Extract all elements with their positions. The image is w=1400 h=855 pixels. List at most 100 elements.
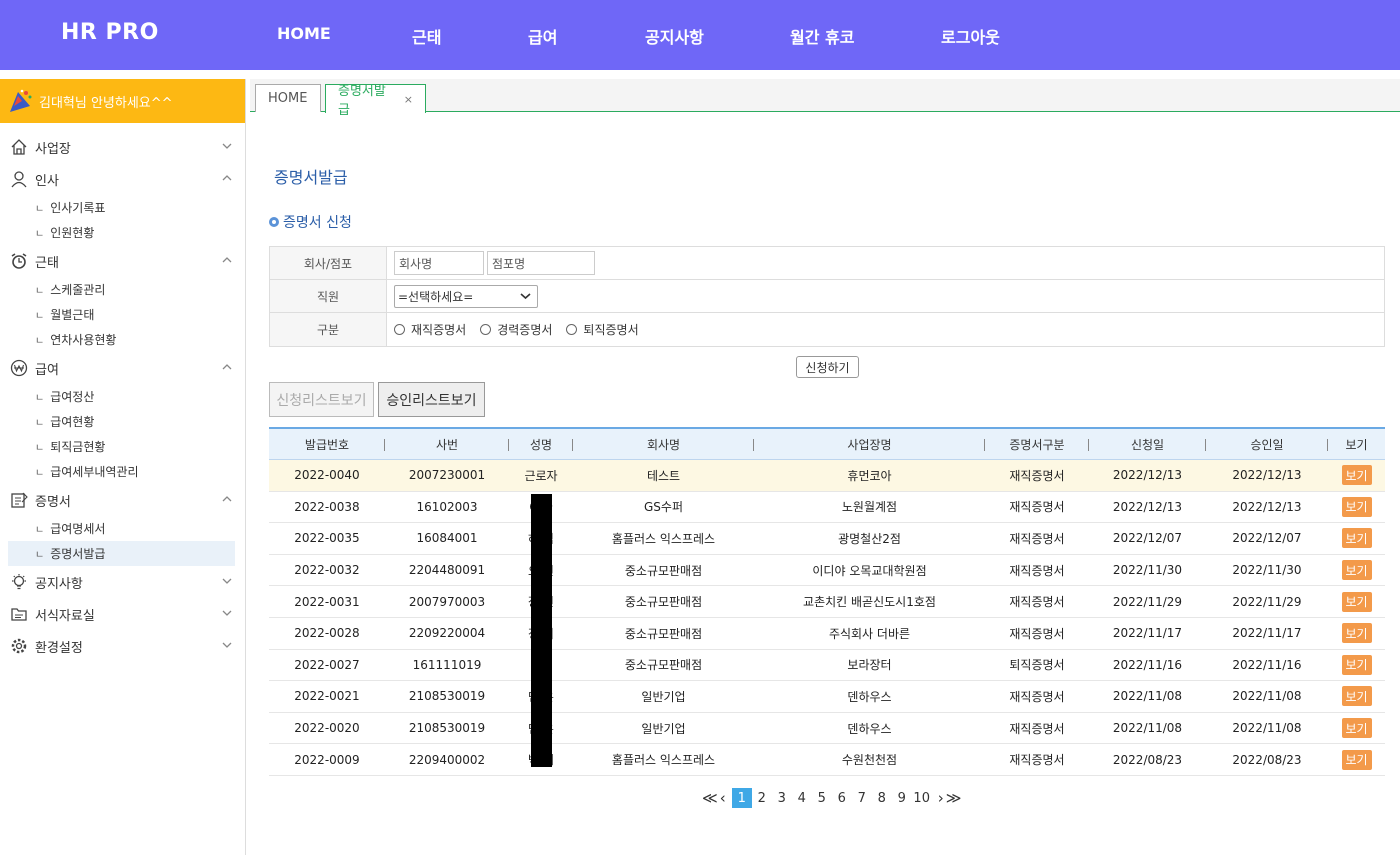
view-button[interactable]: 보기 xyxy=(1341,496,1372,517)
menu-label: 급여 xyxy=(35,362,59,378)
table-row[interactable]: 2022-0040 2007230001 근로자 테스트 휴먼코아 재직증명서 2022/1… xyxy=(269,460,1385,492)
tab-home[interactable]: HOME xyxy=(255,84,321,112)
submenu-label: 퇴직금현황 xyxy=(50,440,106,454)
gear-icon xyxy=(9,636,29,656)
col-header[interactable]: 보기 xyxy=(1328,429,1385,459)
submenu-severance[interactable]: ㄴ 퇴직금현황 xyxy=(0,434,245,459)
page-link[interactable]: 8 xyxy=(872,788,892,808)
cell-company: 중소규모판매점 xyxy=(624,563,703,578)
table-row[interactable]: 2022-0027 161111019 중소규모판매점 보라장터 퇴직증명서 2022/1… xyxy=(269,650,1385,682)
submenu-pay-settlement[interactable]: ㄴ 급여정산 xyxy=(0,384,245,409)
next-page-icon[interactable]: › xyxy=(938,789,944,807)
view-button[interactable]: 보기 xyxy=(1341,654,1372,675)
submenu-schedule[interactable]: ㄴ 스케줄관리 xyxy=(0,277,245,302)
page-link[interactable]: 10 xyxy=(912,788,932,808)
submenu-label: 월별근태 xyxy=(50,308,95,322)
col-header[interactable]: 성명 xyxy=(509,429,573,459)
nav-monthly[interactable]: 월간 휴코 xyxy=(790,24,854,48)
radio-retirement-cert[interactable]: 퇴직증명서 xyxy=(566,321,639,338)
page-link[interactable]: 9 xyxy=(892,788,912,808)
submenu-certificate-issue[interactable]: ㄴ 증명서발급 xyxy=(8,541,235,566)
view-button[interactable]: 보기 xyxy=(1341,718,1372,739)
section-label: 증명서 신청 xyxy=(283,215,352,231)
page-link[interactable]: 4 xyxy=(792,788,812,808)
cell-approval-date: 2022/12/13 xyxy=(1232,468,1302,483)
approval-list-button[interactable]: 승인리스트보기 xyxy=(378,382,485,417)
cell-cert-type: 재직증명서 xyxy=(1009,500,1065,515)
col-header[interactable]: 신청일 xyxy=(1089,429,1206,459)
table-row[interactable]: 2022-00092209400002박 혜홈플러스 익스프레스수원천천점재직증… xyxy=(269,744,1385,776)
col-header[interactable]: 승인일 xyxy=(1206,429,1328,459)
menu-payroll[interactable]: 급여 xyxy=(0,352,245,384)
cell-issue-no: 2022-0021 xyxy=(294,689,360,704)
col-header[interactable]: 발급번호 xyxy=(269,429,385,459)
page-link[interactable]: 6 xyxy=(832,788,852,808)
menu-forms[interactable]: 서식자료실 xyxy=(0,598,245,630)
table-row[interactable]: 2022-00212108530019민 은일반기업덴하우스재직증명서2022/… xyxy=(269,681,1385,713)
submenu-monthly-attendance[interactable]: ㄴ 월별근태 xyxy=(0,302,245,327)
document-icon xyxy=(9,490,29,510)
menu-settings[interactable]: 환경설정 xyxy=(0,630,245,662)
submenu-label: 급여현황 xyxy=(50,415,95,429)
col-header[interactable]: 사업장명 xyxy=(754,429,985,459)
view-button[interactable]: 보기 xyxy=(1341,749,1372,770)
menu-workplace[interactable]: 사업장 xyxy=(0,131,245,163)
request-list-button[interactable]: 신청리스트보기 xyxy=(269,382,374,417)
view-button[interactable]: 보기 xyxy=(1341,686,1372,707)
view-button[interactable]: 보기 xyxy=(1341,560,1372,581)
apply-button[interactable]: 신청하기 xyxy=(796,356,859,378)
table-row[interactable]: 2022-00322204480091오 선중소규모판매점이디야 오목교대학원점… xyxy=(269,555,1385,587)
cell-issue-no: 2022-0028 xyxy=(294,626,360,641)
cell-approval-date: 2022/11/08 xyxy=(1232,721,1302,736)
nav-notice[interactable]: 공지사항 xyxy=(645,24,704,48)
close-icon[interactable]: × xyxy=(404,93,413,106)
nav-logout[interactable]: 로그아웃 xyxy=(941,24,1000,48)
view-button[interactable]: 보기 xyxy=(1341,528,1372,549)
col-header[interactable]: 증명서구분 xyxy=(985,429,1089,459)
prev-page-icon[interactable]: ‹ xyxy=(720,789,726,807)
page-link[interactable]: 3 xyxy=(772,788,792,808)
first-page-icon[interactable]: ≪ xyxy=(702,789,718,807)
view-button[interactable]: 보기 xyxy=(1341,465,1372,486)
submenu-headcount[interactable]: ㄴ 인원현황 xyxy=(0,220,245,245)
section-title: 증명서 신청 xyxy=(269,212,352,232)
radio-employment-cert[interactable]: 재직증명서 xyxy=(394,321,466,338)
menu-hr[interactable]: 인사 xyxy=(0,163,245,195)
employee-select[interactable]: =선택하세요= xyxy=(394,284,538,308)
table-row[interactable]: 2022-00282209220004정 서중소규모판매점주식회사 더바른재직증… xyxy=(269,618,1385,650)
submenu-pay-detail[interactable]: ㄴ 급여세부내역관리 xyxy=(0,459,245,484)
col-header[interactable]: 사번 xyxy=(385,429,509,459)
page-link[interactable]: 5 xyxy=(812,788,832,808)
last-page-icon[interactable]: ≫ xyxy=(946,789,962,807)
submenu-annual-leave[interactable]: ㄴ 연차사용현황 xyxy=(0,327,245,352)
brand-logo[interactable]: HR PRO xyxy=(61,20,159,45)
page-numbers: 1 2 3 4 5 6 7 8 9 10 xyxy=(731,788,932,808)
cell-cert-type: 재직증명서 xyxy=(1009,753,1065,768)
cell-view: 보기 xyxy=(1328,681,1385,712)
menu-attendance[interactable]: 근태 xyxy=(0,245,245,277)
party-icon xyxy=(10,89,32,112)
col-header[interactable]: 회사명 xyxy=(573,429,754,459)
tab-certificate-issue[interactable]: 증명서발급 × xyxy=(325,84,426,118)
view-button[interactable]: 보기 xyxy=(1341,623,1372,644)
radio-career-cert[interactable]: 경력증명서 xyxy=(480,321,552,338)
page-link[interactable]: 1 xyxy=(731,788,752,808)
table-row[interactable]: 2022-003816102003C 나GS수퍼노원월계점재직증명서2022/1… xyxy=(269,492,1385,524)
page-link[interactable]: 2 xyxy=(752,788,772,808)
table-row[interactable]: 2022-00312007970003장 연중소규모판매점교촌치킨 배곧신도시1… xyxy=(269,586,1385,618)
table-row[interactable]: 2022-00202108530019민 은일반기업덴하우스재직증명서2022/… xyxy=(269,713,1385,745)
menu-notice[interactable]: 공지사항 xyxy=(0,566,245,598)
submenu-hr-record[interactable]: ㄴ 인사기록표 xyxy=(0,195,245,220)
page-link[interactable]: 7 xyxy=(852,788,872,808)
submenu-payslip[interactable]: ㄴ 급여명세서 xyxy=(0,516,245,541)
submenu-pay-status[interactable]: ㄴ 급여현황 xyxy=(0,409,245,434)
store-input[interactable]: 점포명 xyxy=(487,251,595,275)
table-row[interactable]: 2022-003516084001하 범홈플러스 익스프레스광명철산2점재직증명… xyxy=(269,523,1385,555)
nav-attendance[interactable]: 근태 xyxy=(412,24,441,48)
nav-payroll[interactable]: 급여 xyxy=(528,24,557,48)
view-button[interactable]: 보기 xyxy=(1341,591,1372,612)
nav-home[interactable]: HOME xyxy=(277,24,331,43)
chevron-down-icon xyxy=(222,642,232,648)
company-input[interactable]: 회사명 xyxy=(394,251,484,275)
menu-certificate[interactable]: 증명서 xyxy=(0,484,245,516)
